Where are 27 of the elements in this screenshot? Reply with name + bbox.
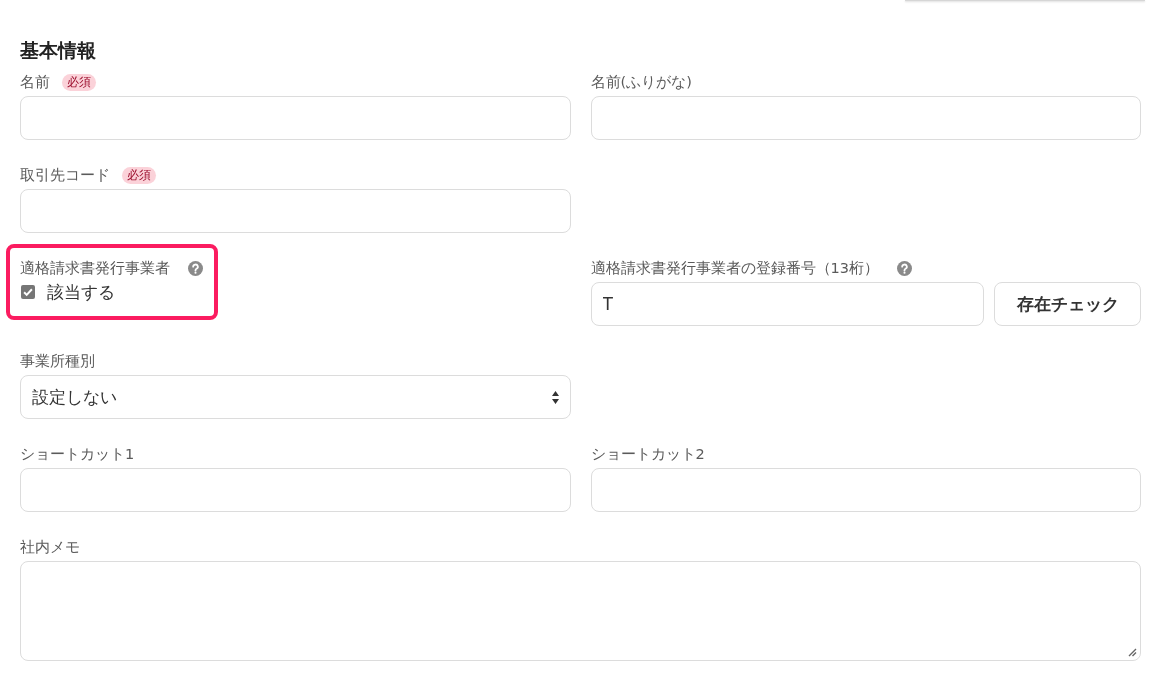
resize-grip-icon[interactable] [1127,647,1137,657]
section-title: 基本情報 [20,38,97,62]
select-dropdown[interactable]: 設定しない [20,375,571,419]
required-badge: 必須 [62,73,96,91]
checkbox-label[interactable]: 該当する [47,282,115,302]
help-icon[interactable] [896,260,912,276]
field-label: 社内メモ [20,538,80,557]
field-label: 適格請求書発行事業者 [20,259,170,278]
help-icon[interactable] [188,260,203,276]
checkbox[interactable] [21,285,35,299]
field-label: 名前 [20,73,50,92]
field-label: 適格請求書発行事業者の登録番号（13桁） [590,259,879,278]
field-label: 事業所種別 [20,352,95,371]
textarea-field[interactable] [20,561,1141,661]
field-label: ショートカット2 [590,445,705,464]
field-label: 名前(ふりがな) [590,73,692,92]
check-button[interactable]: 存在チェック [994,282,1141,326]
text-field[interactable] [20,189,571,233]
field-label: 取引先コード [20,166,110,185]
text-field[interactable] [590,96,1141,140]
text-field[interactable] [20,96,571,140]
required-badge: 必須 [122,166,156,184]
field-label: ショートカット1 [20,445,135,464]
updown-caret-icon [551,390,559,404]
text-field[interactable]: T [590,282,984,326]
text-field[interactable] [590,468,1141,512]
text-field[interactable] [20,468,571,512]
